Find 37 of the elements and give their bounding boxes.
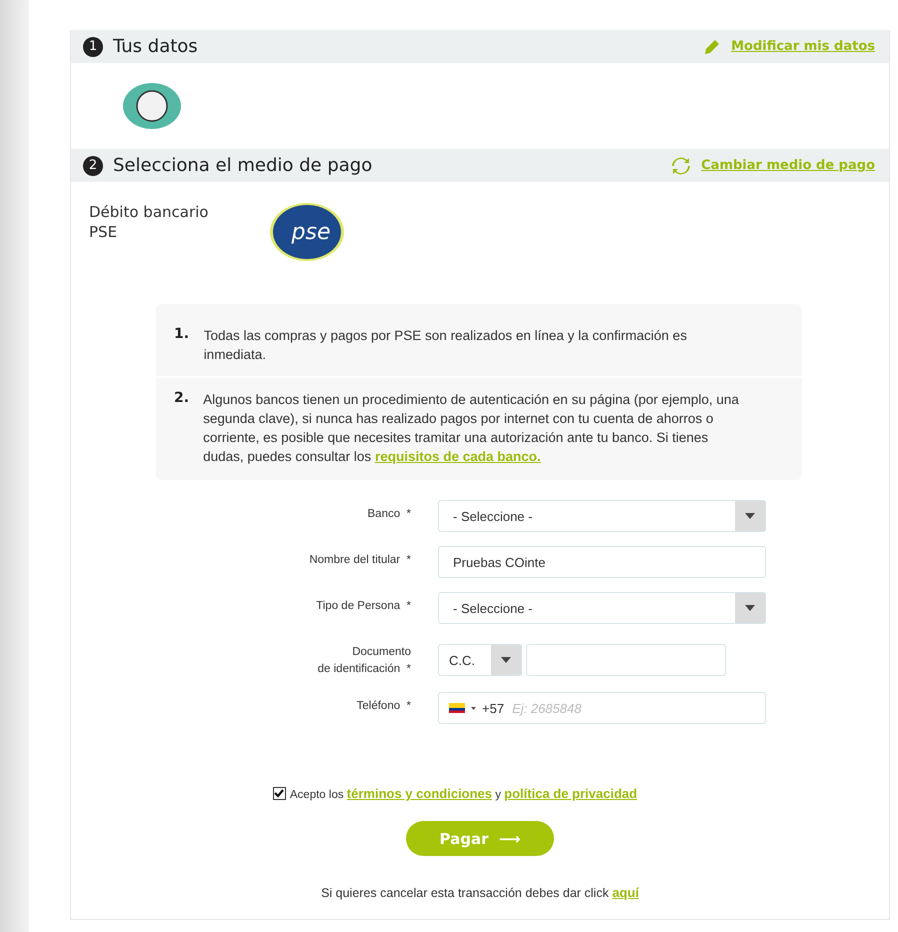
caret-icon (745, 605, 755, 611)
payment-method-name: Débito bancario PSE (89, 202, 210, 243)
select-field[interactable]: - Seleccione - (438, 592, 766, 624)
caret-icon (501, 657, 511, 663)
pse-logo: pse (269, 202, 345, 262)
caret-icon (471, 706, 476, 710)
pay-button[interactable]: Pagar ⟶ (406, 821, 554, 856)
phone-field[interactable]: +57 Ej: 2685848 (438, 692, 766, 724)
cancel-link[interactable]: aquí (612, 885, 639, 900)
terms-link[interactable]: términos y condiciones (346, 786, 492, 801)
pencil-icon (703, 38, 722, 56)
requirements-link[interactable]: requisitos de cada banco. (374, 449, 541, 464)
flag-icon (449, 703, 465, 713)
caret-icon (745, 513, 755, 519)
input-field[interactable]: Pruebas COinte (438, 546, 766, 578)
select-field[interactable]: - Seleccione - (438, 500, 766, 532)
privacy-link[interactable]: política de privacidad (504, 786, 638, 801)
field-label: Banco * (368, 507, 411, 522)
section-title: Selecciona el medio de pago (113, 155, 374, 176)
cancel-text: Si quieres cancelar esta transacción debes dar click aquí (321, 886, 639, 900)
field-label: Documento de identificación * (318, 645, 411, 677)
note-number: 2. (174, 390, 190, 408)
note-text: Todas las compras y pagos por PSE son realizados en línea y la confirmación es inmediata. (204, 327, 688, 364)
step-number: 1 (83, 36, 103, 56)
field-label: Teléfono * (356, 699, 411, 714)
section-title: Tus datos (113, 36, 199, 57)
header-link[interactable]: Modificar mis datos (731, 39, 875, 54)
select-field[interactable]: C.C. (438, 644, 522, 676)
terms-checkbox[interactable] (272, 787, 286, 800)
field-label: Tipo de Persona * (316, 599, 411, 614)
terms-text: Acepto los términos y condiciones y política de privacidad (290, 786, 638, 801)
note-text: Algunos bancos tienen un procedimiento de autenticación en su página (por ejemplo, una segunda clave), si nunca has realizado pagos por internet con tu cuenta de ahorros o corriente, es posible que necesites tramitar una autorización ante tu banco. Si tienes dudas, puedes consultar los requisitos de cada banco. (203, 391, 740, 466)
header-link[interactable]: Cambiar medio de pago (701, 158, 875, 173)
field-label: Nombre del titular * (309, 553, 411, 568)
refresh-icon (671, 156, 692, 174)
step-number: 2 (83, 156, 103, 176)
note-number: 1. (174, 326, 190, 344)
